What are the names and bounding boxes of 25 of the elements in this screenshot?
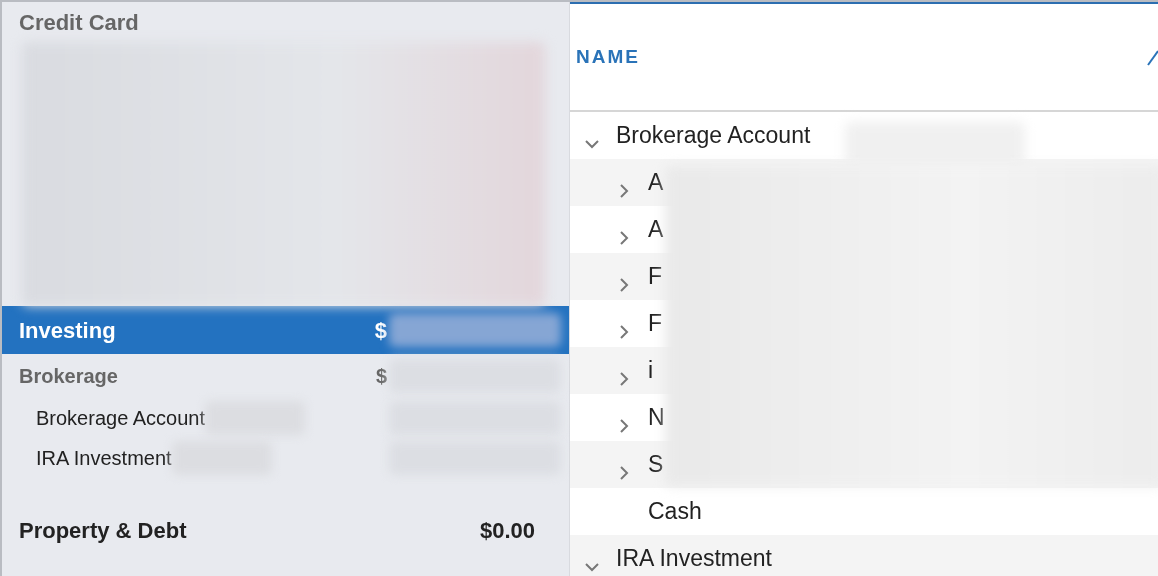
- row-label[interactable]: Brokerage Account: [616, 118, 811, 153]
- amount: $: [375, 364, 387, 389]
- item-label: IRA Investment: [36, 446, 172, 471]
- sidebar-item[interactable]: IRA Investment: [2, 438, 569, 478]
- amount: $0.00: [479, 516, 535, 545]
- sidebar-item[interactable]: Brokerage Account: [2, 398, 569, 438]
- row-label[interactable]: F: [648, 259, 663, 294]
- item-label: Brokerage Account: [36, 406, 205, 431]
- sidebar-item[interactable]: Credit Card: [2, 2, 569, 42]
- row-label[interactable]: A: [648, 165, 664, 200]
- row-label[interactable]: N: [648, 400, 665, 435]
- item-label: Property & Debt: [19, 516, 187, 545]
- row-label[interactable]: Cash: [648, 494, 702, 529]
- row-label[interactable]: F: [648, 306, 663, 341]
- amount: $: [374, 316, 387, 345]
- column-header[interactable]: NAME: [576, 42, 640, 72]
- row-label[interactable]: i: [648, 353, 654, 388]
- item-label: Credit Card: [19, 8, 139, 37]
- row-label[interactable]: S: [648, 447, 664, 482]
- sidebar-item[interactable]: Brokerage $: [2, 354, 569, 398]
- row-label[interactable]: A: [648, 212, 664, 247]
- sidebar-item[interactable]: Property & Debt $0.00: [2, 506, 569, 554]
- item-label: Brokerage: [19, 364, 118, 389]
- sidebar-item[interactable]: Investing $: [2, 306, 569, 354]
- item-label: Investing: [19, 316, 116, 345]
